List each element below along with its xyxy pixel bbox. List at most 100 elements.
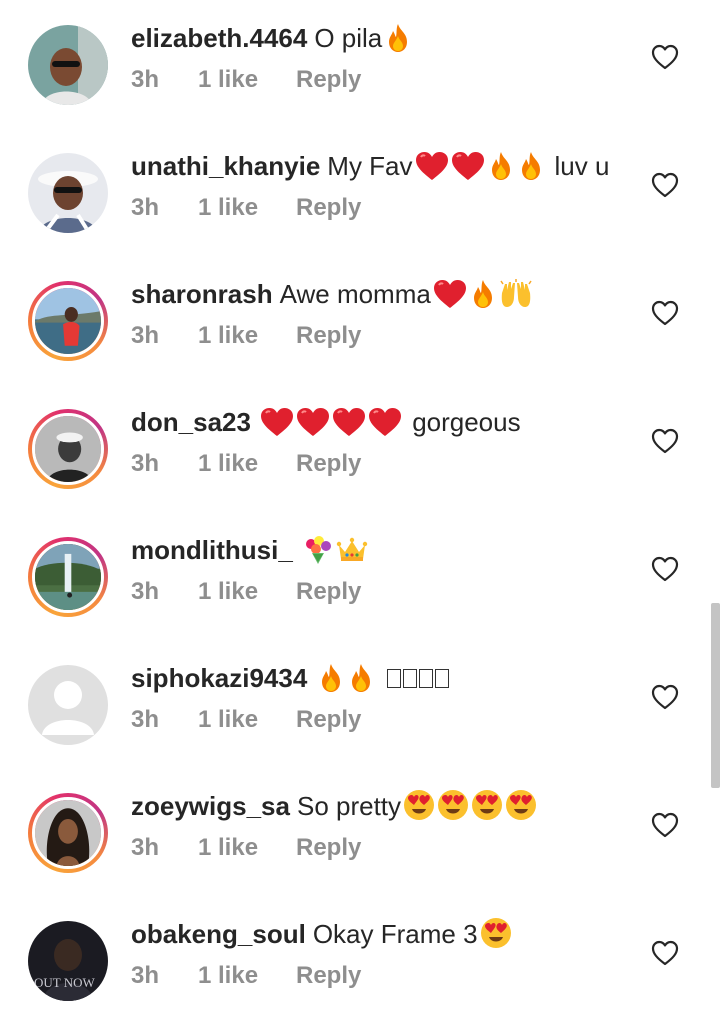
like-heart-icon[interactable] — [651, 812, 679, 838]
comment-username[interactable]: unathi_khanyie — [131, 151, 320, 181]
bouquet-icon — [302, 535, 334, 576]
comment-trailing-text: gorgeous — [412, 407, 521, 437]
red-heart-icon — [433, 279, 467, 320]
comment-timestamp: 3h — [131, 834, 160, 861]
comment-meta: 3h 1 like Reply — [131, 702, 361, 738]
avatar-container[interactable] — [28, 665, 108, 745]
comment-like-count[interactable]: 1 like — [198, 958, 296, 994]
comment-row: OUT NOW obakeng_soul Okay Frame 3 3h 1 like R… — [0, 896, 720, 1024]
comment-like-count[interactable]: 1 like — [198, 446, 296, 482]
comment-username[interactable]: obakeng_soul — [131, 919, 306, 949]
comment-like-count[interactable]: 1 like — [198, 830, 296, 866]
comment-body: Awe momma — [279, 279, 431, 309]
comment-meta: 3h 1 like Reply — [131, 62, 361, 98]
comment-meta: 3h 1 like Reply — [131, 958, 361, 994]
like-heart-icon[interactable] — [651, 940, 679, 966]
comment-like-count[interactable]: 1 like — [198, 318, 296, 354]
fire-icon — [347, 663, 375, 704]
comment-text-line: sharonrash Awe momma — [131, 274, 651, 314]
comment-text-line: elizabeth.4464 O pila — [131, 18, 651, 58]
reply-button[interactable]: Reply — [296, 446, 361, 482]
comment-text-line: siphokazi9434 — [131, 658, 651, 698]
reply-button[interactable]: Reply — [296, 190, 361, 226]
comment-username[interactable]: don_sa23 — [131, 407, 251, 437]
reply-button[interactable]: Reply — [296, 702, 361, 738]
like-heart-icon[interactable] — [651, 300, 679, 326]
comment-username[interactable]: mondlithusi_ — [131, 535, 293, 565]
crown-icon — [336, 535, 368, 576]
fire-icon — [517, 151, 545, 192]
comment-text-line: mondlithusi_ — [131, 530, 651, 570]
comment-username[interactable]: sharonrash — [131, 279, 273, 309]
red-heart-icon — [296, 407, 330, 448]
avatar-container[interactable] — [28, 153, 108, 233]
red-heart-icon — [332, 407, 366, 448]
fire-icon — [487, 151, 515, 192]
comment-meta: 3h 1 like Reply — [131, 574, 361, 610]
comment-like-count[interactable]: 1 like — [198, 190, 296, 226]
comment-text-line: obakeng_soul Okay Frame 3 — [131, 914, 651, 954]
like-heart-icon[interactable] — [651, 684, 679, 710]
avatar-container[interactable] — [28, 25, 108, 105]
comment-like-count[interactable]: 1 like — [198, 702, 296, 738]
avatar[interactable]: OUT NOW — [28, 921, 108, 1001]
unrendered-glyphs — [386, 663, 451, 693]
comment-meta: 3h 1 like Reply — [131, 190, 361, 226]
comment-timestamp: 3h — [131, 194, 160, 221]
comment-trailing-text: luv u — [554, 151, 610, 181]
like-heart-icon[interactable] — [651, 428, 679, 454]
like-heart-icon[interactable] — [651, 44, 679, 70]
story-ring[interactable] — [28, 793, 108, 873]
like-heart-icon[interactable] — [651, 172, 679, 198]
avatar[interactable] — [28, 25, 108, 105]
comment-timestamp: 3h — [131, 66, 160, 93]
reply-button[interactable]: Reply — [296, 958, 361, 994]
comment-text-line: don_sa23 gorgeous — [131, 402, 651, 442]
comment-like-count[interactable]: 1 like — [198, 62, 296, 98]
heart-eyes-icon — [437, 789, 469, 832]
heart-eyes-icon — [505, 789, 537, 832]
reply-button[interactable]: Reply — [296, 62, 361, 98]
red-heart-icon — [415, 151, 449, 192]
heart-eyes-icon — [403, 789, 435, 832]
avatar[interactable] — [32, 413, 104, 485]
svg-text:OUT NOW: OUT NOW — [34, 975, 96, 990]
avatar[interactable] — [32, 285, 104, 357]
avatar[interactable] — [28, 665, 108, 745]
like-heart-icon[interactable] — [651, 556, 679, 582]
raising-hands-icon — [499, 279, 533, 320]
comment-username[interactable]: zoeywigs_sa — [131, 791, 290, 821]
comment-text-line: zoeywigs_sa So pretty — [131, 786, 651, 826]
story-ring[interactable] — [28, 281, 108, 361]
comment-meta: 3h 1 like Reply — [131, 318, 361, 354]
comment-timestamp: 3h — [131, 450, 160, 477]
avatar[interactable] — [28, 153, 108, 233]
comment-body: O pila — [314, 23, 383, 53]
comment-text-line: unathi_khanyie My Fav luv u — [131, 146, 651, 186]
reply-button[interactable]: Reply — [296, 318, 361, 354]
comment-username[interactable]: elizabeth.4464 — [131, 23, 307, 53]
story-ring[interactable] — [28, 537, 108, 617]
comment-timestamp: 3h — [131, 578, 160, 605]
comment-row: siphokazi9434 3h 1 like Reply — [0, 640, 720, 768]
fire-icon — [469, 279, 497, 320]
reply-button[interactable]: Reply — [296, 830, 361, 866]
scrollbar[interactable] — [711, 603, 720, 788]
comment-meta: 3h 1 like Reply — [131, 830, 361, 866]
story-ring[interactable] — [28, 409, 108, 489]
avatar[interactable] — [32, 797, 104, 869]
avatar-container[interactable]: OUT NOW — [28, 921, 108, 1001]
comment-like-count[interactable]: 1 like — [198, 574, 296, 610]
comment-body: My Fav — [327, 151, 413, 181]
reply-button[interactable]: Reply — [296, 574, 361, 610]
comment-row: sharonrash Awe momma 3h 1 like Reply — [0, 256, 720, 384]
red-heart-icon — [260, 407, 294, 448]
heart-eyes-icon — [480, 917, 512, 960]
red-heart-icon — [368, 407, 402, 448]
comment-meta: 3h 1 like Reply — [131, 446, 361, 482]
avatar[interactable] — [32, 541, 104, 613]
comment-username[interactable]: siphokazi9434 — [131, 663, 307, 693]
comment-timestamp: 3h — [131, 962, 160, 989]
comment-row: unathi_khanyie My Fav luv u 3h 1 like Reply — [0, 128, 720, 256]
comment-row: elizabeth.4464 O pila 3h 1 like Reply — [0, 0, 720, 128]
